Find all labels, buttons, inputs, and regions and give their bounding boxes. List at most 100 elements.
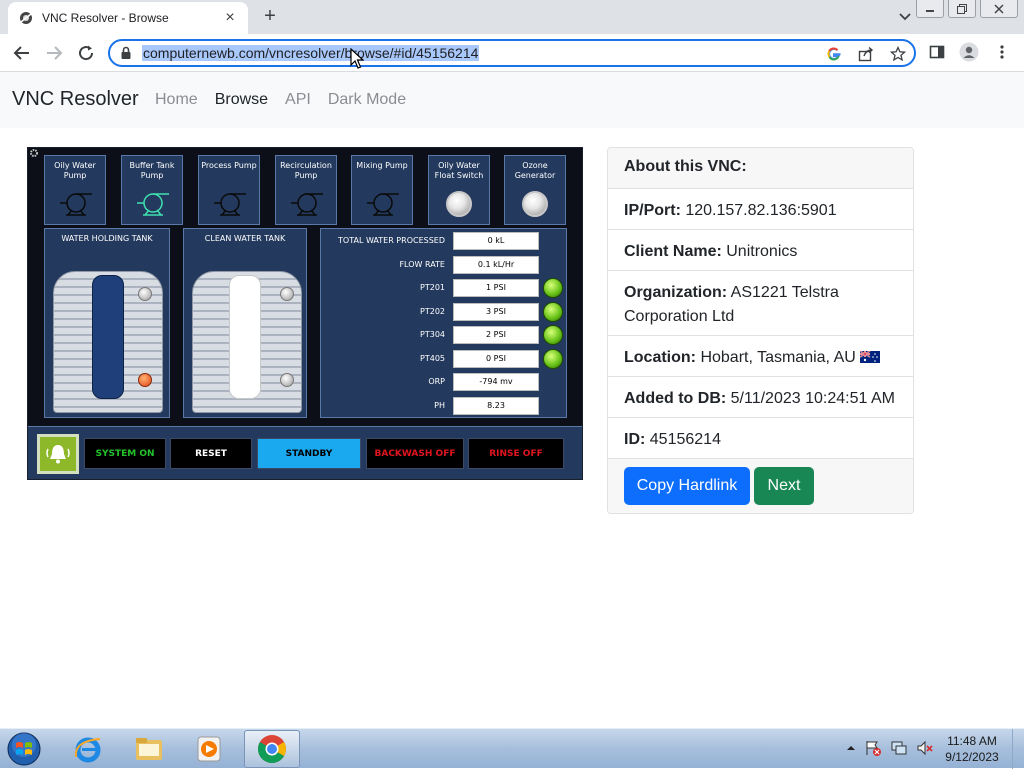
- google-lens-icon[interactable]: [826, 46, 842, 62]
- media-player-icon: [197, 736, 221, 762]
- reading-label: PT405: [420, 354, 445, 363]
- indicator-label: Oily Water Float Switch: [434, 161, 484, 180]
- share-icon[interactable]: [858, 46, 874, 62]
- restore-button[interactable]: [948, 0, 976, 18]
- tank-low-sensor-alarm: [138, 373, 152, 387]
- window-controls: [916, 0, 1018, 18]
- reading-value: 1 PSI: [453, 279, 539, 297]
- lock-icon[interactable]: [120, 46, 132, 60]
- system-on-button: SYSTEM ON: [84, 438, 166, 469]
- vnc-favicon-icon: [20, 12, 32, 24]
- taskbar-file-explorer[interactable]: [121, 730, 177, 768]
- windows-start-orb-icon: [7, 732, 41, 766]
- bookmark-star-icon[interactable]: [890, 46, 906, 62]
- forward-arrow-icon: [47, 46, 63, 60]
- pump-label: Process Pump: [201, 161, 257, 170]
- about-vnc-card: About this VNC: IP/Port: 120.157.82.136:…: [607, 147, 914, 514]
- kebab-menu-icon: [1000, 45, 1004, 59]
- organization-row: Organization: AS1221 Telstra Corporation…: [608, 271, 913, 336]
- hmi-pump-tile: Buffer Tank Pump: [121, 155, 183, 225]
- pump-label: Recirculation Pump: [280, 161, 332, 180]
- reading-row: FLOW RATE 0.1 kL/Hr: [321, 255, 568, 275]
- side-panel-icon: [929, 45, 945, 59]
- show-desktop-button[interactable]: [1012, 729, 1024, 769]
- card-footer: Copy Hardlink Next: [608, 459, 913, 513]
- australia-flag-icon: [860, 351, 881, 363]
- ip-port-label: IP/Port:: [624, 202, 681, 219]
- windows-taskbar: 11:48 AM 9/12/2023: [0, 728, 1024, 769]
- reading-label: TOTAL WATER PROCESSED: [338, 236, 445, 245]
- site-brand[interactable]: VNC Resolver: [12, 88, 139, 111]
- added-to-db-row: Added to DB: 5/11/2023 10:24:51 AM: [608, 377, 913, 418]
- next-button[interactable]: Next: [754, 467, 814, 505]
- forward-button[interactable]: [43, 42, 65, 64]
- status-lamp-green: [543, 325, 563, 345]
- status-lamp-green: [543, 349, 563, 369]
- profile-avatar-icon: [959, 42, 979, 62]
- close-window-button[interactable]: [980, 0, 1018, 18]
- browser-tab[interactable]: VNC Resolver - Browse ×: [8, 2, 248, 34]
- pump-icon: [60, 193, 92, 216]
- reload-button[interactable]: [75, 42, 97, 64]
- vnc-screenshot: Oily Water Pump Buffer Tank Pump Process…: [27, 147, 583, 480]
- action-center-flag-icon[interactable]: [864, 739, 882, 757]
- browser-toolbar: computernewb.com/vncresolver/browse/#id/…: [0, 34, 1024, 72]
- client-name-row: Client Name: Unitronics: [608, 230, 913, 271]
- taskbar-media-player[interactable]: [181, 730, 237, 768]
- chrome-icon: [258, 735, 286, 763]
- folder-icon: [136, 738, 162, 760]
- address-bar[interactable]: computernewb.com/vncresolver/browse/#id/…: [108, 39, 916, 67]
- back-button[interactable]: [11, 42, 33, 64]
- reading-value: 2 PSI: [453, 326, 539, 344]
- reading-value: 0 PSI: [453, 350, 539, 368]
- show-hidden-icons-chevron-icon[interactable]: [846, 743, 856, 753]
- taskbar-chrome[interactable]: [244, 730, 300, 768]
- pump-icon-active: [137, 193, 169, 216]
- browser-tab-strip: VNC Resolver - Browse × +: [0, 0, 1024, 34]
- location-row: Location: Hobart, Tasmania, AU: [608, 336, 913, 377]
- added-to-db-value: 5/11/2023 10:24:51 AM: [730, 390, 895, 407]
- taskbar-clock[interactable]: 11:48 AM 9/12/2023: [942, 733, 1002, 765]
- clock-time: 11:48 AM: [947, 734, 997, 748]
- tank-level-indicator: [92, 275, 124, 399]
- start-button[interactable]: [4, 730, 44, 768]
- volume-muted-icon[interactable]: [916, 739, 934, 757]
- tank-label: WATER HOLDING TANK: [61, 234, 153, 243]
- nav-home-link[interactable]: Home: [155, 91, 198, 109]
- network-icon[interactable]: [890, 739, 908, 757]
- url-text[interactable]: computernewb.com/vncresolver/browse/#id/…: [142, 45, 480, 61]
- browser-menu-button[interactable]: [992, 42, 1012, 62]
- copy-hardlink-button[interactable]: Copy Hardlink: [624, 467, 750, 505]
- reading-row: PH 8.23: [321, 396, 568, 416]
- hmi-control-bar: SYSTEM ON RESET STANDBY BACKWASH OFF RIN…: [28, 426, 582, 479]
- ip-port-value: 120.157.82.136:5901: [685, 202, 837, 219]
- hmi-indicator-tile: Ozone Generator: [504, 155, 566, 225]
- reading-row: ORP -794 mv: [321, 372, 568, 392]
- taskbar-internet-explorer[interactable]: [60, 730, 116, 768]
- location-label: Location:: [624, 349, 696, 366]
- tab-title: VNC Resolver - Browse: [42, 11, 169, 25]
- added-to-db-label: Added to DB:: [624, 390, 727, 407]
- new-tab-button[interactable]: +: [258, 5, 282, 29]
- pump-icon: [367, 193, 399, 216]
- indicator-label: Ozone Generator: [514, 161, 556, 180]
- internet-explorer-icon: [74, 737, 101, 763]
- minimize-button[interactable]: [916, 0, 944, 18]
- hmi-pump-tile: Mixing Pump: [351, 155, 413, 225]
- reading-label: PH: [434, 401, 445, 410]
- nav-browse-link[interactable]: Browse: [215, 91, 268, 109]
- tab-search-chevron-icon[interactable]: [897, 8, 913, 24]
- tab-close-icon[interactable]: ×: [222, 9, 238, 27]
- nav-api-link[interactable]: API: [285, 91, 311, 109]
- hmi-pump-tile: Oily Water Pump: [44, 155, 106, 225]
- location-value: Hobart, Tasmania, AU: [700, 349, 856, 366]
- close-icon: [994, 3, 1004, 14]
- standby-button: STANDBY: [257, 438, 361, 469]
- pump-icon: [291, 193, 323, 216]
- nav-dark-mode-link[interactable]: Dark Mode: [328, 91, 406, 109]
- reading-row: PT201 1 PSI: [321, 278, 568, 298]
- alarm-bell-button: [37, 434, 79, 474]
- reading-row: PT304 2 PSI: [321, 325, 568, 345]
- profile-button[interactable]: [959, 42, 979, 62]
- side-panel-button[interactable]: [927, 42, 947, 62]
